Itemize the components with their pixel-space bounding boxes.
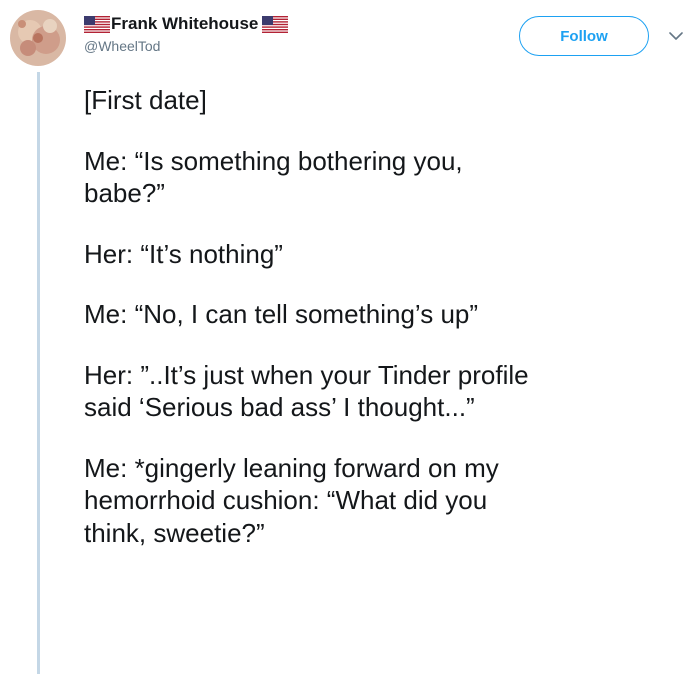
- tweet-paragraph: Me: *gingerly leaning forward on my hemo…: [84, 452, 499, 548]
- us-flag-icon: [262, 15, 289, 33]
- chevron-down-icon[interactable]: [669, 32, 683, 41]
- tweet-paragraph: [First date]: [84, 85, 207, 115]
- tweet-paragraph: Me: “Is something bothering you, babe?”: [84, 145, 463, 209]
- avatar-image: [10, 10, 66, 66]
- follow-button[interactable]: Follow: [519, 16, 649, 56]
- avatar[interactable]: [10, 10, 66, 66]
- tweet-paragraph: Her: ”..It’s just when your Tinder profi…: [84, 359, 529, 423]
- follow-button-label: Follow: [560, 27, 608, 45]
- thread-line: [37, 72, 40, 674]
- author-display-name[interactable]: Frank Whitehouse: [111, 13, 258, 35]
- tweet-paragraph: Me: “No, I can tell something’s up”: [84, 299, 479, 329]
- tweet-paragraph: Her: “It’s nothing”: [84, 238, 283, 269]
- tweet-text: [First date] Me: “Is something bothering…: [84, 84, 684, 577]
- us-flag-icon: [84, 15, 110, 33]
- author-handle[interactable]: @WheelTod: [84, 37, 160, 55]
- author-name-row[interactable]: Frank Whitehouse: [84, 13, 289, 35]
